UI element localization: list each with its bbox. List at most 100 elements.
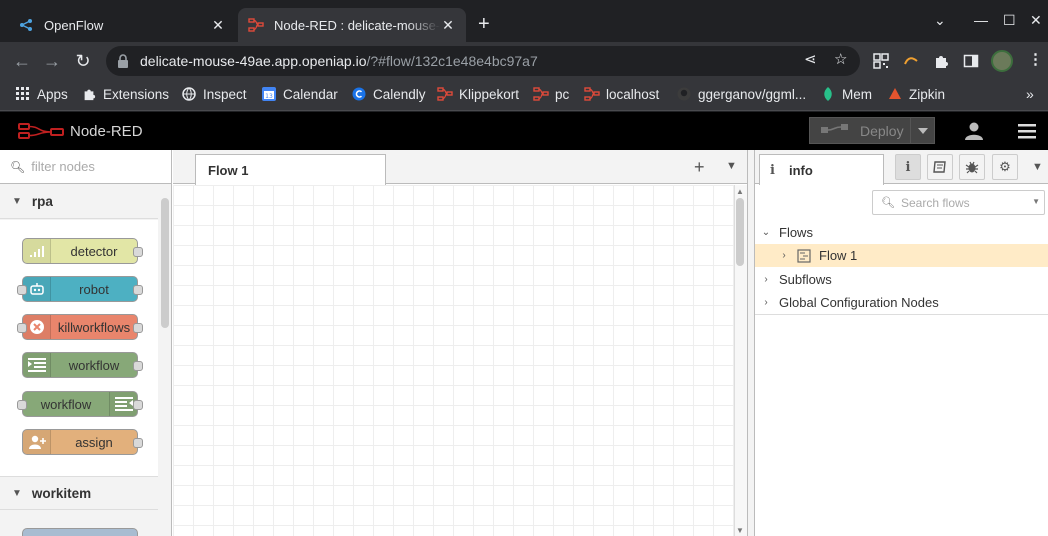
tree-item-flow-1[interactable]: › Flow 1 [755, 244, 1048, 267]
tree-label: Flow 1 [819, 248, 858, 263]
address-bar[interactable]: delicate-mouse-49ae.app.openiap.io/?#flo… [106, 46, 860, 76]
puzzle-icon[interactable] [933, 53, 949, 69]
input-port[interactable] [17, 400, 27, 410]
maximize-icon[interactable]: ☐ [1003, 12, 1016, 29]
bookmark-apps[interactable]: Apps [15, 86, 68, 102]
profile-avatar[interactable] [991, 50, 1013, 72]
debug-bug-icon[interactable] [959, 154, 985, 180]
bookmark-calendar[interactable]: 13 Calendar [261, 86, 338, 102]
bookmark-inspect[interactable]: Inspect [181, 86, 247, 102]
tree-item-global-config[interactable]: › Global Configuration Nodes [755, 291, 1048, 314]
tab-label: Flow 1 [208, 163, 249, 178]
chevron-down-icon[interactable]: ▼ [1032, 197, 1040, 206]
bookmark-label: Extensions [103, 86, 170, 102]
share-icon[interactable]: ⋖ [804, 50, 817, 68]
info-icon[interactable]: i [895, 154, 921, 180]
bookmark-extensions[interactable]: Extensions [81, 86, 169, 102]
tab-info[interactable]: i info [759, 154, 884, 185]
scroll-up-icon[interactable]: ▲ [736, 187, 744, 196]
github-icon [676, 86, 692, 102]
divider [755, 314, 1048, 315]
output-port[interactable] [133, 323, 143, 333]
bookmark-label: ggerganov/ggml... [698, 86, 807, 102]
close-icon[interactable]: ✕ [210, 17, 226, 33]
node-red-icon [248, 17, 264, 33]
new-tab-icon[interactable]: + [478, 14, 490, 34]
bookmark-ggerganov[interactable]: ggerganov/ggml... [676, 86, 806, 102]
extension-orange-icon[interactable] [903, 53, 919, 69]
deploy-menu-caret[interactable] [910, 117, 934, 144]
palette-node-killworkflows[interactable]: killworkflows [17, 314, 143, 340]
gear-icon[interactable]: ⚙ [992, 154, 1018, 180]
output-port[interactable] [133, 285, 143, 295]
robot-icon [23, 277, 51, 301]
browser-tab-nodered[interactable]: Node-RED : delicate-mouse-49ae ✕ [238, 8, 466, 42]
tab-flow-1[interactable]: Flow 1 [195, 154, 386, 185]
back-icon[interactable]: ← [11, 50, 33, 72]
add-flow-icon[interactable]: + [694, 157, 705, 178]
flow-canvas[interactable] [173, 185, 734, 536]
output-port[interactable] [133, 247, 143, 257]
forward-icon[interactable]: → [41, 50, 63, 72]
tree-item-flows[interactable]: ⌄ Flows [755, 221, 1048, 244]
palette-category-rpa[interactable]: ▼ rpa [0, 185, 158, 219]
browser-tab-strip: OpenFlow ✕ Node-RED : delicate-mouse-49a… [0, 0, 1048, 42]
minimize-icon[interactable]: — [974, 12, 988, 28]
input-port[interactable] [17, 285, 27, 295]
canvas-scroll-thumb[interactable] [736, 198, 744, 266]
bookmark-calendly[interactable]: Calendly [351, 86, 426, 102]
palette-scroll-thumb[interactable] [161, 198, 169, 328]
palette-node-detector[interactable]: detector [22, 238, 143, 264]
tree-label: Subflows [779, 272, 832, 287]
palette-node-workflow-out[interactable]: workflow [17, 391, 143, 417]
more-vert-icon[interactable]: ⋮ [1028, 50, 1043, 68]
bookmark-mem[interactable]: Mem [820, 86, 872, 102]
browser-tab-title: OpenFlow [44, 17, 104, 33]
output-port[interactable] [133, 400, 143, 410]
window-close-icon[interactable]: ✕ [1030, 12, 1042, 29]
reload-icon[interactable]: ↻ [72, 50, 94, 72]
palette-node-assign[interactable]: assign [22, 429, 143, 455]
chevron-down-icon[interactable]: ▼ [1032, 161, 1043, 173]
palette-node-workflow-in[interactable]: workflow [22, 352, 143, 378]
input-port[interactable] [17, 323, 27, 333]
scroll-down-icon[interactable]: ▼ [736, 526, 744, 535]
bookmarks-overflow-icon[interactable]: » [1026, 86, 1034, 102]
bookmark-localhost[interactable]: localhost [584, 86, 659, 102]
deploy-button[interactable]: Deploy [809, 117, 935, 144]
nodered-main: 🔍︎ filter nodes ▼ rpa detector robot kil… [0, 150, 1048, 536]
list-icon [23, 353, 51, 377]
palette-node-robot[interactable]: robot [17, 276, 143, 302]
node-label: robot [79, 281, 109, 297]
search-flows-input[interactable]: 🔍︎ Search flows ▼ [872, 190, 1045, 215]
output-port[interactable] [133, 438, 143, 448]
chevron-right-icon[interactable]: › [761, 297, 771, 308]
node-label: workflow [40, 396, 92, 412]
bookmark-klippekort[interactable]: Klippekort [437, 86, 519, 102]
chevron-down-icon[interactable]: ⌄ [761, 227, 771, 238]
output-port[interactable] [133, 361, 143, 371]
category-label: rpa [31, 194, 53, 209]
palette-category-workitem[interactable]: ▼ workitem [0, 476, 158, 510]
tree-item-subflows[interactable]: › Subflows [755, 268, 1048, 291]
bookmark-label: localhost [606, 86, 660, 102]
help-book-icon[interactable] [927, 154, 953, 180]
hamburger-menu-icon[interactable] [1018, 124, 1036, 139]
tab-search-icon[interactable]: ⌄ [934, 12, 946, 29]
qr-code-icon[interactable] [873, 53, 889, 69]
browser-tab-openflow[interactable]: OpenFlow ✕ [8, 8, 236, 42]
chevron-right-icon[interactable]: › [761, 274, 771, 285]
star-icon[interactable]: ☆ [834, 50, 847, 68]
chevron-right-icon[interactable]: › [779, 250, 789, 261]
sidebar-splitter[interactable] [747, 150, 755, 536]
bookmark-pc[interactable]: pc [533, 86, 569, 102]
deploy-flow-icon [821, 123, 848, 133]
bookmark-label: Klippekort [459, 86, 520, 102]
bookmark-zipkin[interactable]: Zipkin [887, 86, 945, 102]
palette-filter[interactable]: 🔍︎ filter nodes [0, 150, 171, 184]
chevron-down-icon[interactable]: ▼ [726, 160, 737, 172]
close-icon[interactable]: ✕ [440, 17, 456, 33]
palette-node-partial[interactable] [22, 528, 138, 536]
user-icon[interactable] [964, 122, 984, 140]
side-panel-icon[interactable] [963, 53, 979, 69]
